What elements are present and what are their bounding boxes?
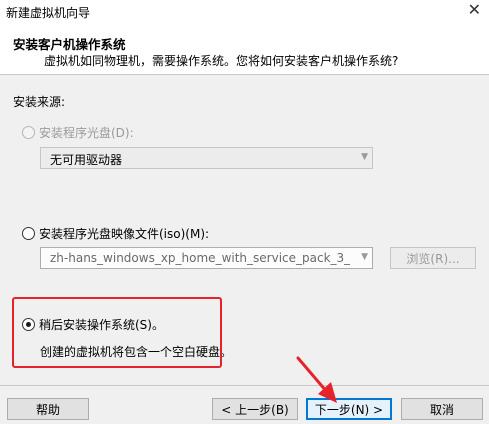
annotation-arrow-icon	[296, 356, 337, 403]
